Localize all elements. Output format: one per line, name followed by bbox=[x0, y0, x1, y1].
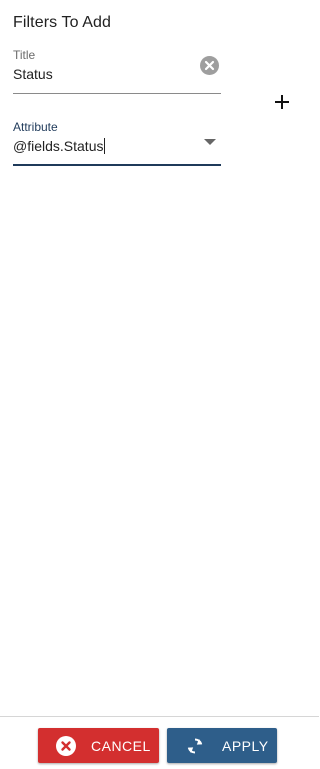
attribute-dropdown-button[interactable] bbox=[203, 133, 217, 145]
attribute-input-wrap[interactable]: @fields.Status bbox=[13, 138, 106, 155]
panel-title: Filters To Add bbox=[13, 14, 112, 31]
close-circle-icon bbox=[56, 735, 76, 756]
title-field-label: Title bbox=[13, 48, 36, 62]
clear-title-button[interactable] bbox=[200, 56, 219, 75]
text-cursor bbox=[104, 138, 106, 154]
close-circle-icon bbox=[200, 56, 219, 75]
cancel-button-label: CANCEL bbox=[91, 737, 151, 754]
title-input[interactable]: Status bbox=[13, 66, 53, 83]
title-field[interactable]: Title Status bbox=[13, 48, 221, 94]
apply-button-label: APPLY bbox=[222, 737, 269, 754]
plus-icon bbox=[275, 95, 289, 109]
attribute-field-label: Attribute bbox=[13, 120, 58, 134]
attribute-field[interactable]: Attribute @fields.Status bbox=[13, 120, 221, 166]
refresh-icon bbox=[187, 737, 203, 754]
apply-button[interactable]: APPLY bbox=[167, 728, 277, 763]
attribute-input[interactable]: @fields.Status bbox=[13, 138, 103, 154]
footer-bar: CANCEL APPLY bbox=[0, 716, 319, 769]
cancel-button[interactable]: CANCEL bbox=[38, 728, 159, 763]
filters-panel: Filters To Add Title Status Attribute @f… bbox=[0, 0, 319, 769]
caret-down-icon bbox=[204, 139, 216, 145]
add-filter-button[interactable] bbox=[272, 92, 292, 112]
